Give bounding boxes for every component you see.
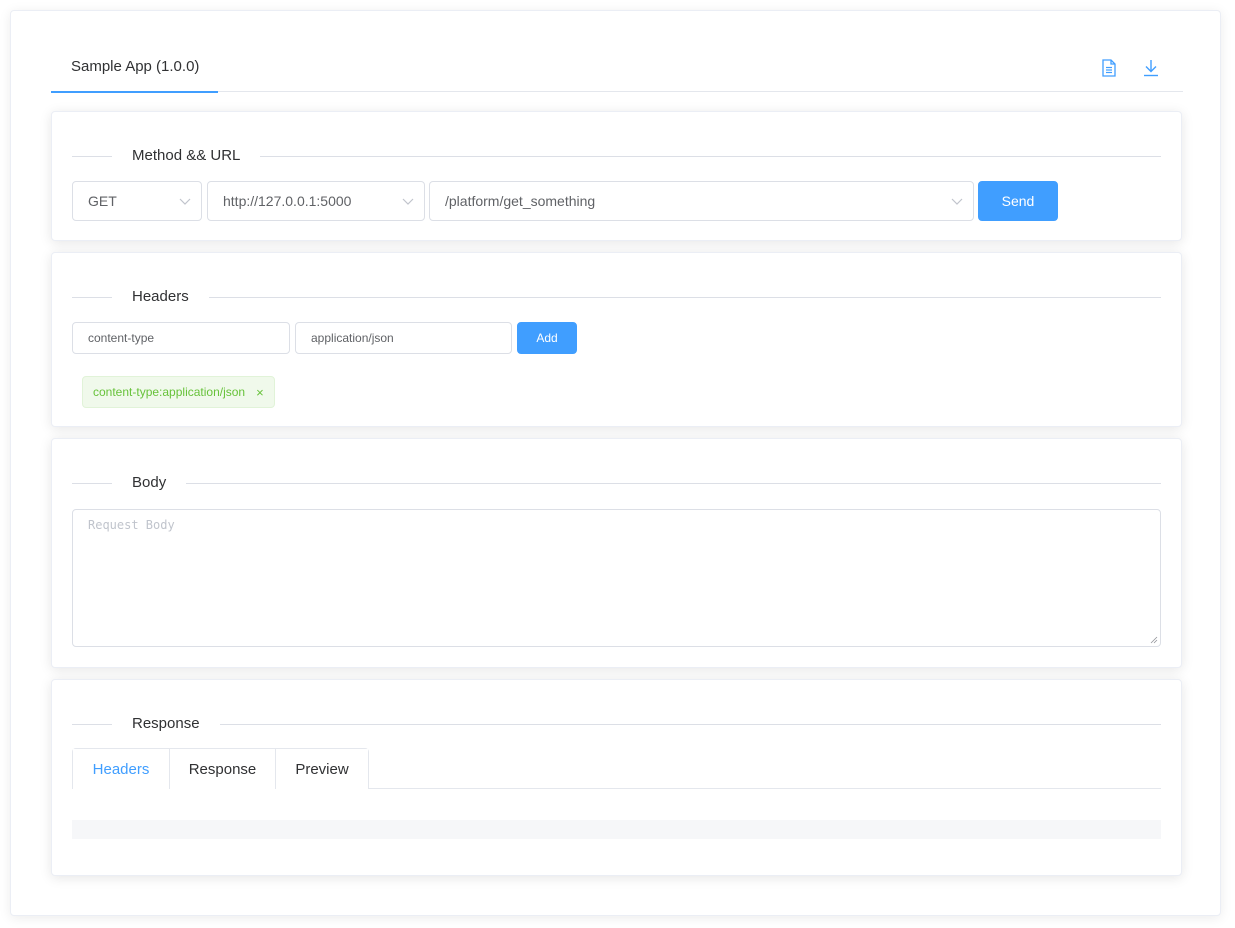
- response-tab-bar: Headers Response Preview: [72, 748, 1161, 790]
- path-select[interactable]: /platform/get_something: [429, 181, 974, 221]
- chevron-down-icon: [951, 198, 963, 205]
- add-header-button[interactable]: Add: [517, 322, 577, 354]
- response-tabs: Headers Response Preview: [72, 748, 369, 790]
- body-divider: Body: [72, 472, 1161, 494]
- method-select[interactable]: GET: [72, 181, 202, 221]
- tab-response[interactable]: Response: [169, 749, 275, 789]
- main-container: Sample App (1.0.0) Method && URL GET htt…: [10, 10, 1221, 916]
- host-value: http://127.0.0.1:5000: [223, 193, 352, 209]
- header-value-value: application/json: [311, 331, 394, 345]
- headers-divider: Headers: [72, 286, 1161, 308]
- header-value-input[interactable]: application/json: [295, 322, 512, 354]
- download-icon[interactable]: [1141, 57, 1161, 79]
- response-headers-content: [72, 820, 1161, 839]
- chevron-down-icon: [179, 198, 191, 205]
- method-value: GET: [88, 193, 117, 209]
- active-tab-indicator: [51, 91, 218, 93]
- request-body-textarea[interactable]: Request Body: [72, 509, 1161, 647]
- headers-title: Headers: [112, 286, 209, 308]
- header-key-input[interactable]: content-type: [72, 322, 290, 354]
- body-title: Body: [112, 472, 187, 494]
- header-key-value: content-type: [88, 331, 155, 345]
- close-icon[interactable]: ×: [256, 385, 264, 400]
- response-divider: Response: [72, 713, 1161, 735]
- method-url-card: Method && URL GET http://127.0.0.1:5000 …: [51, 111, 1182, 241]
- request-body-placeholder: Request Body: [88, 518, 175, 532]
- header-tag-label: content-type:application/json: [93, 385, 246, 399]
- tab-preview[interactable]: Preview: [275, 749, 368, 789]
- response-card: Response Headers Response Preview: [51, 679, 1182, 876]
- app-tab-label: Sample App (1.0.0): [71, 57, 200, 75]
- headers-card: Headers content-type application/json Ad…: [51, 252, 1182, 427]
- path-value: /platform/get_something: [445, 193, 596, 209]
- app-tab-bar: Sample App (1.0.0): [51, 41, 1183, 93]
- method-url-divider: Method && URL: [72, 145, 1161, 167]
- resize-grip-icon[interactable]: [1150, 636, 1158, 644]
- tab-headers[interactable]: Headers: [73, 749, 169, 790]
- response-title: Response: [112, 713, 220, 735]
- header-tag: content-type:application/json ×: [82, 376, 275, 408]
- chevron-down-icon: [402, 198, 414, 205]
- body-card: Body Request Body: [51, 438, 1182, 668]
- send-button[interactable]: Send: [978, 181, 1058, 221]
- host-select[interactable]: http://127.0.0.1:5000: [207, 181, 425, 221]
- tab-sample-app[interactable]: Sample App (1.0.0): [51, 41, 218, 93]
- method-url-title: Method && URL: [112, 145, 261, 167]
- document-icon[interactable]: [1099, 57, 1119, 79]
